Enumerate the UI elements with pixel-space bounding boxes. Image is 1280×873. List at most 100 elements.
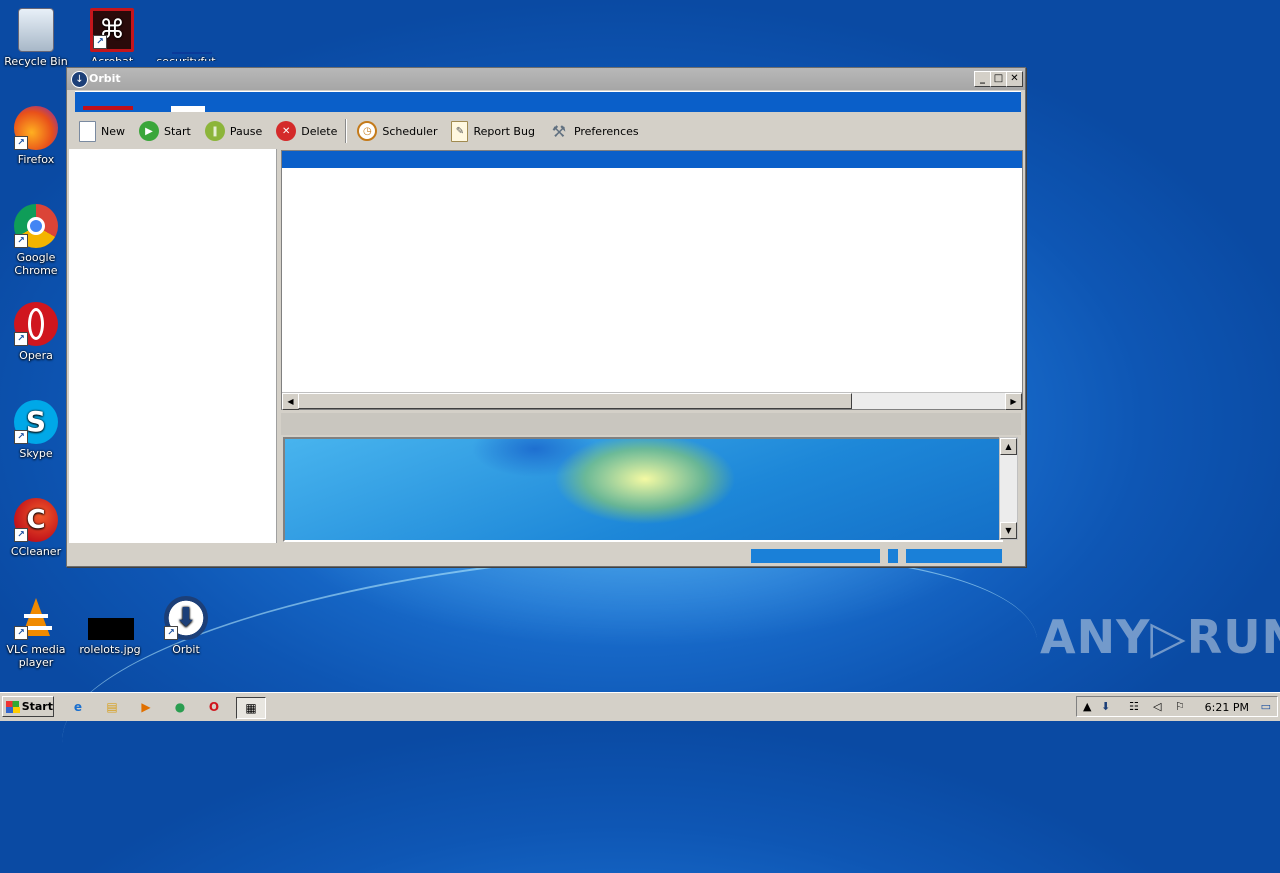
show-desktop-icon[interactable]: ▭ xyxy=(1261,700,1271,713)
scroll-right-icon[interactable]: ▶ xyxy=(1005,393,1022,410)
desktop-icon-chrome[interactable]: ↗ Google Chrome xyxy=(0,204,72,277)
status-segment xyxy=(906,549,1002,563)
shortcut-arrow-icon: ↗ xyxy=(14,430,28,444)
opera-taskbar-icon[interactable]: O xyxy=(204,697,224,717)
acrobat-icon: ⌘ ↗ xyxy=(90,8,134,52)
file-icon xyxy=(164,8,212,54)
image-file-icon xyxy=(88,596,134,640)
desktop-icon-ccleaner[interactable]: C ↗ CCleaner xyxy=(0,498,72,558)
start-button[interactable]: Start xyxy=(2,696,54,717)
shortcut-arrow-icon: ↗ xyxy=(14,626,28,640)
desktop-icon-securityfut[interactable]: securityfut xyxy=(150,8,222,61)
close-button[interactable]: ✕ xyxy=(1006,71,1023,87)
status-bar xyxy=(67,546,1023,566)
minimize-button[interactable]: _ xyxy=(974,71,991,87)
status-segment xyxy=(888,549,898,563)
scrollbar-thumb[interactable] xyxy=(298,393,852,409)
desktop-icon-label: VLC media player xyxy=(6,643,66,669)
preferences-label: Preferences xyxy=(573,124,639,138)
scroll-up-icon[interactable]: ▲ xyxy=(1000,438,1017,455)
desktop-icon-acrobat[interactable]: ⌘ ↗ Acrobat xyxy=(76,8,148,61)
preferences-button[interactable]: ⚒ Preferences xyxy=(541,117,645,145)
new-file-icon xyxy=(79,120,96,142)
clock-icon: ◷ xyxy=(357,121,378,141)
desktop-icon-label: securityfut xyxy=(150,55,222,61)
vertical-scrollbar[interactable]: ▲ ▼ xyxy=(999,437,1018,540)
orbit-download-icon: ⬇ ↗ xyxy=(164,596,208,640)
start-label: Start xyxy=(164,124,191,138)
media-player-icon[interactable]: ▶ xyxy=(136,697,156,717)
tools-icon: ⚒ xyxy=(551,121,567,141)
desktop-icon-firefox[interactable]: ↗ Firefox xyxy=(0,106,72,166)
desktop-icon-label: Firefox xyxy=(17,153,55,166)
delete-label: Delete xyxy=(301,124,338,138)
orbit-taskbar-button[interactable]: ▦ xyxy=(236,697,266,719)
shortcut-arrow-icon: ↗ xyxy=(14,136,28,150)
pane-splitter[interactable] xyxy=(281,413,1021,435)
vlc-icon: ↗ xyxy=(14,596,58,640)
pause-icon: ‖ xyxy=(204,121,225,141)
desktop-icon-skype[interactable]: S ↗ Skype xyxy=(0,400,72,460)
desktop-icon-recycle-bin[interactable]: Recycle Bin xyxy=(0,8,72,68)
firefox-icon: ↗ xyxy=(14,106,58,150)
delete-button[interactable]: ✕ Delete xyxy=(268,117,343,145)
category-tree[interactable] xyxy=(69,149,277,543)
folder-icon[interactable]: ▤ xyxy=(102,697,122,717)
toolbar: New ▶ Start ‖ Pause ✕ Delete ◷ Scheduler… xyxy=(71,116,1021,146)
opera-icon: ↗ xyxy=(14,302,58,346)
report-bug-button[interactable]: ✎ Report Bug xyxy=(443,117,540,145)
show-hidden-icons-icon[interactable]: ▲ xyxy=(1083,700,1091,713)
download-list[interactable]: ◀ ▶ xyxy=(281,150,1023,410)
horizontal-scrollbar[interactable]: ◀ ▶ xyxy=(282,392,1022,410)
internet-explorer-icon[interactable]: e xyxy=(68,697,88,717)
desktop-icon-rolelots[interactable]: rolelots.jpg xyxy=(74,596,146,656)
pause-label: Pause xyxy=(229,124,263,138)
shortcut-arrow-icon: ↗ xyxy=(14,528,28,542)
orbit-app-icon: ↓ xyxy=(71,71,88,88)
desktop-icon-orbit[interactable]: ⬇ ↗ Orbit xyxy=(150,596,222,656)
menu-bar-fragment xyxy=(83,106,133,110)
scroll-down-icon[interactable]: ▼ xyxy=(1000,522,1017,539)
orbit-window: ↓ Orbit _ □ ✕ New ▶ Start ‖ Pause ✕ Dele… xyxy=(66,67,1026,567)
desktop-icon-label: Recycle Bin xyxy=(4,55,68,68)
new-label: New xyxy=(101,124,125,138)
scheduler-button[interactable]: ◷ Scheduler xyxy=(349,117,443,145)
desktop-icon-label: Acrobat xyxy=(76,55,148,61)
desktop-icon-label: rolelots.jpg xyxy=(79,643,141,656)
desktop-icon-vlc[interactable]: ↗ VLC media player xyxy=(0,596,72,669)
chrome-icon: ↗ xyxy=(14,204,58,248)
clock[interactable]: 6:21 PM xyxy=(1205,701,1249,714)
download-list-header[interactable] xyxy=(282,151,1022,168)
maximize-button[interactable]: □ xyxy=(990,71,1007,87)
status-segment xyxy=(751,549,880,563)
report-bug-icon: ✎ xyxy=(451,120,469,142)
start-label: Start xyxy=(21,700,53,713)
skype-icon: S ↗ xyxy=(14,400,58,444)
title-bar[interactable]: ↓ Orbit _ □ ✕ xyxy=(67,68,1025,90)
play-icon: ▶ xyxy=(139,121,159,141)
scroll-left-icon[interactable]: ◀ xyxy=(282,393,299,410)
shortcut-arrow-icon: ↗ xyxy=(93,35,107,49)
menu-bar[interactable] xyxy=(75,91,1021,112)
network-icon[interactable]: ☷ xyxy=(1129,700,1139,713)
report-bug-label: Report Bug xyxy=(473,124,535,138)
toolbar-separator xyxy=(345,119,348,143)
new-button[interactable]: New xyxy=(71,117,131,145)
chrome-taskbar-icon[interactable]: ● xyxy=(170,697,190,717)
shortcut-arrow-icon: ↗ xyxy=(164,626,178,640)
delete-icon: ✕ xyxy=(276,121,297,141)
pause-button[interactable]: ‖ Pause xyxy=(197,117,268,145)
menu-bar-fragment xyxy=(171,106,205,112)
start-button[interactable]: ▶ Start xyxy=(131,117,197,145)
system-tray: ▲ ⬇ ☷ ◁ ⚐ 6:21 PM ▭ xyxy=(1076,696,1278,717)
desktop-icon-opera[interactable]: ↗ Opera xyxy=(0,302,72,362)
recycle-bin-icon xyxy=(18,8,54,52)
orbit-tray-icon[interactable]: ⬇ xyxy=(1101,700,1110,713)
action-center-flag-icon[interactable]: ⚐ xyxy=(1175,700,1185,713)
shortcut-arrow-icon: ↗ xyxy=(14,234,28,248)
details-pane xyxy=(283,437,1003,542)
ccleaner-icon: C ↗ xyxy=(14,498,58,542)
windows-logo-icon xyxy=(6,700,20,713)
desktop-icon-label: Skype xyxy=(19,447,53,460)
volume-icon[interactable]: ◁ xyxy=(1153,700,1161,713)
